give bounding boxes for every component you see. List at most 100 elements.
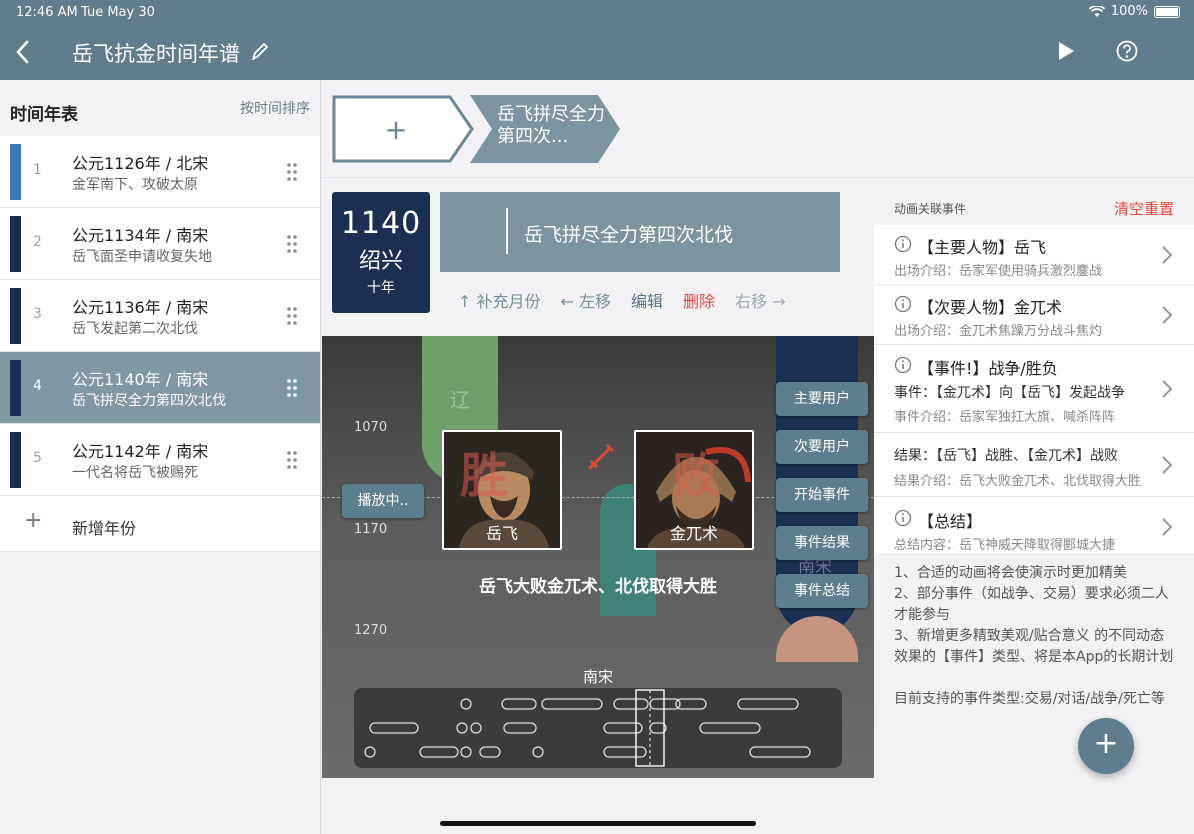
year-list: 1 公元1126年 / 北宋 金军南下、攻破太原 2 公元1134年 / 南宋 岳飞面圣申… xyxy=(0,136,320,496)
related-events-panel: 动画关联事件 清空重置 【主要人物】岳飞 出场介绍：岳家军使用骑兵激烈鏖战 【次… xyxy=(874,187,1194,834)
tick-label: 1070 xyxy=(354,420,388,435)
year-color-bar xyxy=(10,432,21,488)
related-item-event[interactable]: 【事件!】战争/胜负 事件：【金兀术】向【岳飞】发起战争 事件介绍：岳家军独扛大… xyxy=(874,345,1194,433)
add-month-button[interactable]: ↑ 补充月份 xyxy=(458,288,541,312)
event-crumb-label: 岳飞拼尽全力第四次... xyxy=(497,104,605,147)
back-chevron-icon[interactable] xyxy=(12,38,34,66)
pencil-icon[interactable] xyxy=(250,40,270,62)
related-item-main-character[interactable]: 【主要人物】岳飞 出场介绍：岳家军使用骑兵激烈鏖战 xyxy=(874,225,1194,285)
related-item-title: 【总结】 xyxy=(918,512,983,531)
move-right-button[interactable]: 右移 → xyxy=(735,288,786,312)
sidebar-title: 时间年表 xyxy=(10,105,78,125)
status-indicators: 100% xyxy=(1088,4,1180,19)
battery-icon xyxy=(1154,5,1180,18)
note-spacer xyxy=(894,668,1174,689)
year-row[interactable]: 4 公元1140年 / 南宋 岳飞拼尽全力第四次北伐 xyxy=(0,352,320,424)
add-fab-button[interactable]: + xyxy=(1078,718,1134,774)
event-divider xyxy=(506,208,508,254)
year-row[interactable]: 1 公元1126年 / 北宋 金军南下、攻破太原 xyxy=(0,136,320,208)
related-item-summary[interactable]: 【总结】 总结内容：岳飞神威天降取得郾城大捷 xyxy=(874,497,1194,555)
timeline-minimap[interactable] xyxy=(354,688,842,768)
event-actions: ↑ 补充月份 ← 左移 编辑 删除 右移 → xyxy=(458,288,786,312)
year-color-bar xyxy=(10,144,21,200)
drag-handle-icon[interactable] xyxy=(286,450,298,470)
info-icon xyxy=(894,509,912,527)
wifi-icon xyxy=(1088,5,1105,17)
related-events-header: 动画关联事件 清空重置 xyxy=(874,187,1194,225)
related-item-title: 【事件!】战争/胜负 xyxy=(918,359,1058,378)
add-crumb-plus: + xyxy=(384,113,407,146)
dynasty-tag-liao: 辽 xyxy=(450,388,470,412)
year-index: 2 xyxy=(33,234,42,250)
info-icon xyxy=(894,235,912,253)
chevron-right-icon xyxy=(1162,380,1173,398)
sidebar-header: 时间年表 按时间排序 xyxy=(0,80,320,136)
page-title: 岳飞抗金时间年谱 xyxy=(72,42,240,66)
note-line: 1、合适的动画将会使演示时更加精美 xyxy=(894,565,1127,581)
drag-handle-icon[interactable] xyxy=(286,306,298,326)
main-user-button[interactable]: 主要用户 xyxy=(776,382,868,416)
info-icon xyxy=(894,356,912,374)
year-card-year: 1140 xyxy=(340,206,422,241)
status-date: Tue May 30 xyxy=(81,5,155,20)
year-row[interactable]: 5 公元1142年 / 南宋 一代名将岳飞被赐死 xyxy=(0,424,320,496)
event-title: 岳飞拼尽全力第四次北伐 xyxy=(524,224,734,246)
year-title: 公元1134年 / 南宋 xyxy=(72,226,209,245)
related-item-desc: 出场介绍：金兀术焦躁万分战斗焦灼 xyxy=(894,324,1103,339)
year-subtitle: 岳飞发起第二次北伐 xyxy=(72,321,198,337)
home-indicator xyxy=(440,821,756,826)
hero-right-name: 金兀术 xyxy=(669,524,718,543)
hero-left-name: 岳飞 xyxy=(485,524,518,543)
event-title-box[interactable]: 岳飞拼尽全力第四次北伐 xyxy=(440,192,840,272)
secondary-user-button[interactable]: 次要用户 xyxy=(776,430,868,464)
delete-button[interactable]: 删除 xyxy=(683,288,715,312)
related-item-title: 【主要人物】岳飞 xyxy=(918,238,1047,257)
tick-label: 1170 xyxy=(354,522,388,537)
move-left-button[interactable]: ← 左移 xyxy=(561,288,612,312)
related-item-desc: 总结内容：岳飞神威天降取得郾城大捷 xyxy=(894,538,1116,553)
edit-button[interactable]: 编辑 xyxy=(631,288,663,312)
year-subtitle: 岳飞面圣申请收复失地 xyxy=(72,249,212,265)
note-line: 3、新增更多精致美观/贴合意义 的不同动态效果的【事件】类型、将是本App的长期… xyxy=(894,628,1174,665)
clear-reset-button[interactable]: 清空重置 xyxy=(1114,198,1174,219)
event-result-button[interactable]: 事件结果 xyxy=(776,526,868,560)
animation-caption: 岳飞大败金兀术、北伐取得大胜 xyxy=(479,577,717,597)
note-line: 2、部分事件（如战争、交易）要求必须二人才能参与 xyxy=(894,586,1169,623)
year-index: 3 xyxy=(33,306,42,322)
year-index: 1 xyxy=(33,162,42,178)
play-icon[interactable] xyxy=(1057,41,1075,61)
info-icon xyxy=(894,295,912,313)
add-event-crumb[interactable]: + xyxy=(332,95,477,163)
year-color-bar xyxy=(10,216,21,272)
related-item-result[interactable]: 结果：【岳飞】战胜、【金兀术】战败 结果介绍：岳飞大败金兀术、北伐取得大胜 xyxy=(874,433,1194,497)
chevron-right-icon xyxy=(1162,306,1173,324)
chevron-right-icon xyxy=(1162,246,1173,264)
help-icon[interactable] xyxy=(1116,40,1138,62)
year-card-sub: 十年 xyxy=(367,280,395,296)
year-row[interactable]: 2 公元1134年 / 南宋 岳飞面圣申请收复失地 xyxy=(0,208,320,280)
year-row[interactable]: 3 公元1136年 / 南宋 岳飞发起第二次北伐 xyxy=(0,280,320,352)
year-subtitle: 金军南下、攻破太原 xyxy=(72,177,198,193)
year-title: 公元1142年 / 南宋 xyxy=(72,442,209,461)
note-line: 目前支持的事件类型:交易/对话/战争/死亡等 xyxy=(894,691,1165,707)
year-card: 1140 绍兴 十年 xyxy=(332,192,430,313)
add-year-button[interactable]: + 新增年份 xyxy=(0,496,320,552)
year-title: 公元1140年 / 南宋 xyxy=(72,370,209,389)
drag-handle-icon[interactable] xyxy=(286,234,298,254)
usage-notes: 1、合适的动画将会使演示时更加精美 2、部分事件（如战争、交易）要求必须二人才能… xyxy=(874,555,1194,710)
sort-by-time-button[interactable]: 按时间排序 xyxy=(240,98,310,118)
drag-handle-icon[interactable] xyxy=(286,378,298,398)
related-item-secondary-character[interactable]: 【次要人物】金兀术 出场介绍：金兀术焦躁万分战斗焦灼 xyxy=(874,285,1194,345)
start-event-button[interactable]: 开始事件 xyxy=(776,478,868,512)
drag-handle-icon[interactable] xyxy=(286,162,298,182)
animation-preview: 辽 南宋 1070 1170 1270 播放中.. 岳飞 胜 金兀术 败 主要用… xyxy=(322,336,874,778)
tick-label: 1270 xyxy=(354,623,388,638)
related-item-title: 结果：【岳飞】战胜、【金兀术】战败 xyxy=(894,448,1118,464)
dynasty-label: 南宋 xyxy=(582,668,613,686)
year-title: 公元1136年 / 南宋 xyxy=(72,298,209,317)
playing-indicator[interactable]: 播放中.. xyxy=(342,484,424,518)
year-card-era: 绍兴 xyxy=(358,249,403,274)
chevron-right-icon xyxy=(1162,456,1173,474)
battery-percent: 100% xyxy=(1110,4,1148,19)
plus-icon: + xyxy=(24,508,43,533)
